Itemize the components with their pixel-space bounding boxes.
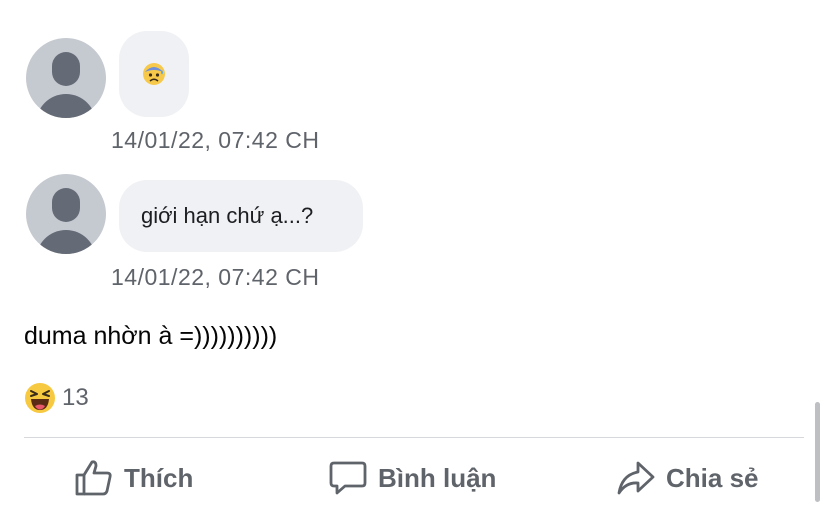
comment-label: Bình luận <box>378 462 497 493</box>
share-arrow-icon <box>617 461 655 495</box>
avatar-head-shape <box>52 52 80 86</box>
divider <box>24 437 804 438</box>
message-bubble-text[interactable]: giới hạn chứ ạ...? <box>119 180 363 252</box>
share-label: Chia sẻ <box>666 462 759 493</box>
message-timestamp: 14/01/22, 07:42 CH <box>111 127 320 153</box>
avatar-head-shape <box>52 188 80 222</box>
avatar[interactable] <box>26 38 106 118</box>
comment-bubble-icon <box>329 461 367 495</box>
avatar-body-shape <box>36 230 96 254</box>
message-timestamp: 14/01/22, 07:42 CH <box>111 264 320 290</box>
comment-button[interactable]: Bình luận <box>328 458 496 498</box>
message-text: giới hạn chứ ạ...? <box>141 203 314 228</box>
thumbs-up-icon <box>75 460 112 496</box>
haha-reaction-icon <box>25 383 55 413</box>
reaction-summary[interactable]: 13 <box>24 382 89 414</box>
comment-text: duma nhờn à =)))))))))) <box>24 322 278 350</box>
reaction-count: 13 <box>62 384 89 411</box>
avatar-body-shape <box>36 94 96 118</box>
scrollbar[interactable] <box>815 402 820 502</box>
like-label: Thích <box>124 462 194 493</box>
avatar[interactable] <box>26 174 106 254</box>
like-button[interactable]: Thích <box>74 458 193 498</box>
message-bubble-emoji[interactable] <box>119 31 189 117</box>
share-button[interactable]: Chia sẻ <box>616 458 759 498</box>
post-view: 14/01/22, 07:42 CH giới hạn chứ ạ...? 14… <box>0 0 828 510</box>
anxious-face-with-sweat-icon <box>143 63 165 85</box>
